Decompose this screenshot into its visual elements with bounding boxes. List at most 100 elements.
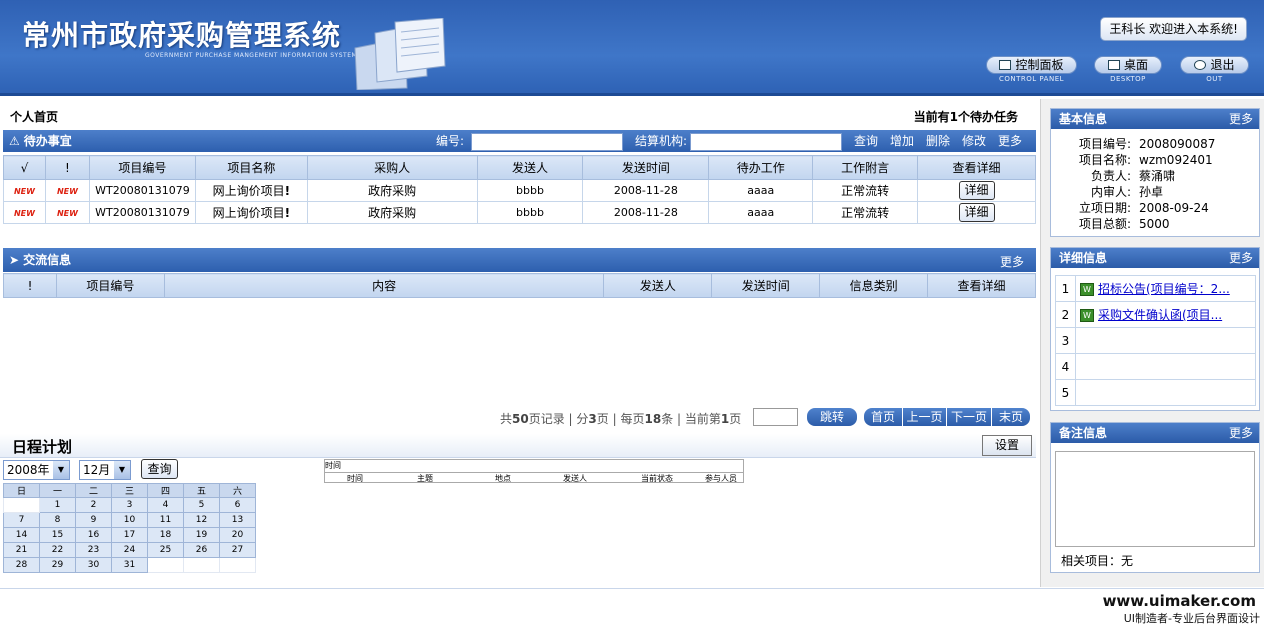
calendar-day[interactable]: 17 (111, 527, 148, 543)
detail-button[interactable]: 详细 (958, 203, 995, 222)
column-header: 待办工作 (708, 155, 814, 180)
item-number: 1 (1055, 275, 1076, 302)
column-header: 地点 (495, 474, 511, 483)
calendar-day[interactable]: 28 (3, 557, 40, 573)
pending-work: aaaa (708, 201, 814, 224)
calendar-day[interactable]: 18 (147, 527, 184, 543)
detail-button[interactable]: 详细 (958, 181, 995, 200)
notes-textarea[interactable] (1055, 451, 1255, 547)
column-header: 发送人 (563, 474, 587, 483)
logout-button[interactable]: 退出 (1180, 56, 1249, 74)
table-row[interactable]: NEW NEW WT20080131079 网上询价项目! 政府采购 bbbb … (3, 179, 1036, 202)
exchange-more-link[interactable]: 更多 (1000, 250, 1024, 274)
calendar-day[interactable]: 16 (75, 527, 112, 543)
info-key: 负责人: (1090, 169, 1131, 183)
detail-info-panel: 详细信息 更多 1 W 招标公告(项目编号：2... 2 W 采购文件确认函(项目...… (1050, 247, 1260, 411)
related-projects: 相关项目：无 (1061, 554, 1134, 568)
info-key: 项目名称: (1078, 153, 1131, 167)
logout-icon (1194, 60, 1207, 70)
info-row: 立项日期: 2008-09-24 (1065, 200, 1209, 216)
month-select[interactable]: 12月 ▼ (79, 460, 131, 480)
calendar-day[interactable]: 25 (147, 542, 184, 558)
detail-list: 1 W 招标公告(项目编号：2... 2 W 采购文件确认函(项目... 3 4 5 (1055, 275, 1256, 406)
detail-link[interactable]: 招标公告(项目编号：2... (1098, 282, 1230, 296)
calendar-day[interactable]: 20 (219, 527, 256, 543)
calendar-day[interactable]: 5 (183, 497, 220, 513)
calendar-day[interactable]: 21 (3, 542, 40, 558)
calendar-query-button[interactable]: 查询 (141, 459, 178, 479)
table-row[interactable]: NEW NEW WT20080131079 网上询价项目! 政府采购 bbbb … (3, 201, 1036, 224)
number-input[interactable] (471, 133, 623, 151)
page-number-input[interactable] (753, 408, 798, 426)
info-key: 内审人: (1090, 185, 1131, 199)
column-header: 信息类别 (819, 273, 929, 298)
weekday-header: 四 (147, 483, 184, 498)
calendar-day[interactable]: 15 (39, 527, 76, 543)
first-page-button[interactable]: 首页 (864, 408, 902, 426)
notes-title: 备注信息 (1059, 426, 1108, 440)
delete-link[interactable]: 删除 (926, 130, 950, 152)
header: 常州市政府采购管理系统 GOVERNMENT PURCHASE MANGEMEN… (0, 0, 1264, 96)
column-header: 项目名称 (194, 155, 308, 180)
last-page-button[interactable]: 末页 (992, 408, 1030, 426)
desktop-button[interactable]: 桌面 (1094, 56, 1162, 74)
calendar-day[interactable]: 19 (183, 527, 220, 543)
calendar-day[interactable]: 30 (75, 557, 112, 573)
calendar-day[interactable]: 13 (219, 512, 256, 528)
calendar-day[interactable]: 4 (147, 497, 184, 513)
calendar-day[interactable]: 29 (39, 557, 76, 573)
breadcrumb: 个人首页 (10, 110, 59, 124)
calendar-day[interactable]: 7 (3, 512, 40, 528)
org-input[interactable] (690, 133, 842, 151)
calendar-day[interactable]: 1 (39, 497, 76, 513)
calendar-day[interactable]: 11 (147, 512, 184, 528)
calendar-day[interactable]: 2 (75, 497, 112, 513)
column-header: ! (3, 273, 57, 298)
detail-link[interactable]: 采购文件确认函(项目... (1098, 308, 1222, 322)
calendar-day[interactable]: 6 (219, 497, 256, 513)
info-value: 孙卓 (1139, 185, 1164, 199)
calendar-day[interactable]: 23 (75, 542, 112, 558)
settings-button[interactable]: 设置 (982, 435, 1032, 456)
calendar-day[interactable]: 9 (75, 512, 112, 528)
calendar-day[interactable]: 14 (3, 527, 40, 543)
prev-page-button[interactable]: 上一页 (903, 408, 946, 426)
basic-info-title: 基本信息 (1059, 112, 1108, 126)
next-page-button[interactable]: 下一页 (947, 408, 991, 426)
exchange-header-row: ! 项目编号 内容 发送人 发送时间 信息类别 查看详细 (3, 273, 1036, 298)
work-note: 正常流转 (812, 201, 919, 224)
calendar-day[interactable]: 12 (183, 512, 220, 528)
more-link[interactable]: 更多 (998, 130, 1022, 152)
calendar-day[interactable]: 26 (183, 542, 220, 558)
add-link[interactable]: 增加 (890, 130, 914, 152)
edit-link[interactable]: 修改 (962, 130, 986, 152)
new-badge: NEW (13, 187, 35, 196)
column-header: 参与人员 (705, 474, 737, 483)
basic-info-header: 基本信息 更多 (1051, 109, 1259, 129)
calendar-day[interactable]: 8 (39, 512, 76, 528)
detail-info-more-link[interactable]: 更多 (1229, 248, 1253, 268)
column-header: 查看详细 (927, 273, 1036, 298)
list-item: 1 W 招标公告(项目编号：2... (1055, 275, 1256, 302)
pager-text: 当前第 (684, 412, 721, 426)
calendar-day[interactable]: 3 (111, 497, 148, 513)
calendar-day[interactable]: 27 (219, 542, 256, 558)
project-name: 网上询价项目 (212, 184, 285, 198)
calendar-day[interactable]: 24 (111, 542, 148, 558)
year-select[interactable]: 2008年 ▼ (3, 460, 70, 480)
query-link[interactable]: 查询 (854, 130, 878, 152)
control-panel-button[interactable]: 控制面板 (986, 56, 1077, 74)
basic-info-more-link[interactable]: 更多 (1229, 109, 1253, 129)
calendar-day[interactable]: 10 (111, 512, 148, 528)
column-header: 项目编号 (88, 155, 196, 180)
pager-text: 共 (500, 412, 513, 426)
site-slogan: UI制造者-专业后台界面设计 (1123, 612, 1260, 625)
logout-caption: OUT (1206, 75, 1223, 83)
logout-label: 退出 (1210, 58, 1235, 72)
list-item: 5 (1055, 379, 1256, 406)
calendar-day[interactable]: 22 (39, 542, 76, 558)
calendar-week: 14 15 16 17 18 19 20 (3, 527, 256, 543)
notes-more-link[interactable]: 更多 (1229, 423, 1253, 443)
calendar-day[interactable]: 31 (111, 557, 148, 573)
go-button[interactable]: 跳转 (807, 408, 857, 426)
